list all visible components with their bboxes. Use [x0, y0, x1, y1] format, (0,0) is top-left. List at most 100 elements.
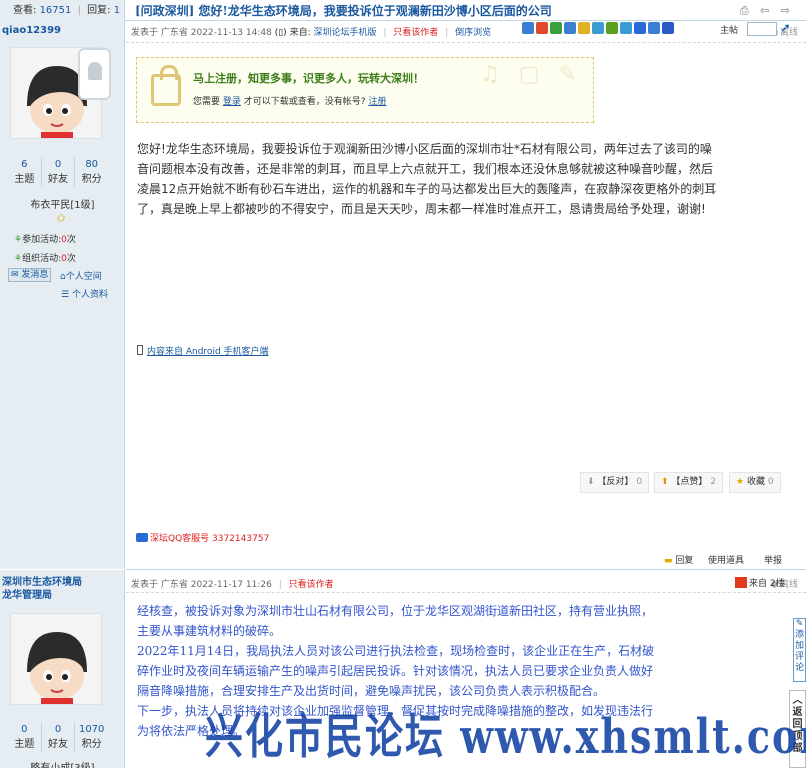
- add-icon[interactable]: [648, 22, 660, 34]
- cartoon-avatar-icon: [11, 614, 101, 704]
- report-button[interactable]: 举报: [764, 553, 782, 566]
- activity-label: 组织活动:: [22, 254, 62, 264]
- post1-user-rank[interactable]: 布衣平民[1级]: [0, 196, 125, 211]
- post1-activity-joined: ⚘参加活动:0次: [14, 232, 76, 245]
- floor-jump-input[interactable]: [747, 22, 777, 36]
- android-phone-icon: [78, 48, 111, 100]
- android-robot-icon: [88, 62, 102, 80]
- tieba-icon[interactable]: [634, 22, 646, 34]
- thread-header-bar: 查看: 16751 | 回复: 1 [问政深圳] 您好!龙华生态环境局，我要投诉…: [0, 0, 806, 21]
- douban-icon[interactable]: [606, 22, 618, 34]
- support-count: 2: [710, 477, 717, 487]
- stat-label: 好友: [48, 739, 68, 750]
- post1-meta: 发表于 广东省 2022-11-13 14:48 (▯) 来自: 深圳论坛手机版…: [131, 28, 492, 38]
- register-headline: 马上注册，知更多事，识更多人，玩转大深圳！: [193, 72, 424, 85]
- thread-title[interactable]: [问政深圳] 您好!龙华生态环境局，我要投诉位于观澜新田沙博小区后面的公司: [135, 2, 552, 19]
- reply-icon: ▬: [664, 556, 673, 566]
- oppose-count: 0: [636, 477, 643, 487]
- stat-value: 80: [85, 159, 99, 170]
- stat-label: 积分: [81, 739, 102, 750]
- share-icons: [522, 22, 674, 34]
- go-arrow-icon[interactable]: ➚: [780, 21, 791, 36]
- register-link[interactable]: 注册: [368, 97, 386, 107]
- stat-value: 6: [21, 159, 28, 170]
- reply-paragraph: 2022年11月14日，我局执法人员对该公司进行执法检查，现场检查时，该企业正在…: [137, 644, 655, 698]
- share-icon[interactable]: [522, 22, 534, 34]
- stat-value: 1070: [78, 724, 105, 735]
- stat-points[interactable]: 80 积分: [74, 157, 108, 187]
- profile-link[interactable]: ☰ 个人资料: [61, 287, 108, 300]
- replies-count: 1: [113, 5, 121, 16]
- post1-action-bar: ▬ 回复 使用道具 举报: [126, 548, 806, 570]
- register-prompt-box: 马上注册，知更多事，识更多人，玩转大深圳！ 您需要 登录 才可以下载或查看，没有…: [136, 57, 594, 123]
- stat-threads[interactable]: 6 主题: [8, 157, 41, 187]
- post2-avatar[interactable]: [10, 613, 102, 705]
- weibo-icon[interactable]: [536, 22, 548, 34]
- use-tool-button[interactable]: 使用道具: [708, 553, 744, 566]
- reply-label: 回复: [675, 556, 694, 566]
- personal-space-link[interactable]: ⌂个人空间: [60, 269, 102, 282]
- stat-points[interactable]: 1070 积分: [74, 722, 108, 752]
- stat-label: 主题: [14, 174, 35, 185]
- rank-star-icon: ✩: [56, 211, 67, 225]
- people-icon[interactable]: [662, 22, 674, 34]
- divider: [126, 42, 806, 43]
- post2-author-name[interactable]: 深圳市生态环境局龙华管理局: [2, 576, 88, 602]
- post2-meta: 发表于 广东省 2022-11-17 11:26 | 只看该作者: [131, 580, 334, 590]
- thread-stats: 查看: 16751 | 回复: 1: [0, 0, 125, 21]
- support-button[interactable]: ⬆ 【点赞】 2: [654, 472, 724, 493]
- floor-number[interactable]: 来自 2楼: [735, 576, 785, 589]
- stat-friends[interactable]: 0 好友: [40, 722, 75, 752]
- reverse-order-link[interactable]: 倒序浏览: [455, 28, 491, 38]
- source-link[interactable]: 深圳论坛手机版: [313, 28, 376, 38]
- stat-value: 0: [54, 159, 62, 170]
- activity-icon: ⚘: [14, 235, 23, 245]
- add-comment-label: 添加评论: [794, 630, 804, 673]
- wechat-icon[interactable]: [550, 22, 562, 34]
- support-label: 【点赞】: [671, 477, 708, 487]
- oppose-label: 【反对】: [597, 477, 634, 487]
- divider: [126, 592, 806, 593]
- post1-author-name[interactable]: qiao12399: [2, 24, 61, 37]
- post1-body: 您好!龙华生态环境局，我要投诉位于观澜新田沙博小区后面的深圳市壮*石材有限公司，…: [137, 142, 717, 216]
- send-message-button[interactable]: ✉ 发消息: [8, 268, 52, 282]
- stat-value: 0: [54, 724, 62, 735]
- floor-label: 来自 2楼: [749, 579, 785, 589]
- register-sub-mid: 才可以下载或查看，没有帐号?: [243, 97, 366, 107]
- stat-friends[interactable]: 0 好友: [40, 157, 75, 187]
- floor-icon: [735, 577, 747, 588]
- qzone-icon[interactable]: [578, 22, 590, 34]
- views-label: 查看:: [13, 5, 37, 16]
- lock-icon: [151, 65, 181, 106]
- oppose-button[interactable]: ⬇ 【反对】 0: [580, 472, 650, 493]
- login-link[interactable]: 登录: [223, 97, 241, 107]
- decorative-icons: ♫ ▢ ✎: [480, 62, 583, 87]
- phone-icon: [137, 345, 143, 355]
- main-post-label: 主帖: [720, 26, 739, 36]
- profile-icon: ☰: [61, 290, 70, 300]
- favorite-button[interactable]: ★ 收藏 0: [729, 472, 781, 493]
- qq-service-link[interactable]: 深坛QQ客服号 3372143757: [136, 531, 269, 544]
- print-icon[interactable]: [564, 22, 576, 34]
- activity-icon: ⚘: [14, 254, 23, 264]
- replies-label: 回复:: [87, 5, 111, 16]
- register-sub-prefix: 您需要: [193, 97, 221, 107]
- renren-icon[interactable]: [620, 22, 632, 34]
- register-subtext: 您需要 登录 才可以下载或查看，没有帐号? 注册: [193, 94, 386, 107]
- qq-icon: [136, 533, 148, 542]
- stat-label: 积分: [81, 174, 102, 185]
- qq-icon[interactable]: [592, 22, 604, 34]
- only-author-link[interactable]: 只看该作者: [393, 28, 438, 38]
- views-count: 16751: [39, 5, 72, 16]
- personal-space-label: 个人空间: [65, 272, 102, 282]
- thumbs-down-icon: ⬇: [587, 477, 595, 487]
- add-comment-tab[interactable]: ✎添加评论: [793, 618, 806, 682]
- from-label: 来自:: [289, 28, 311, 38]
- reply-button[interactable]: ▬ 回复: [664, 553, 693, 566]
- only-author-link[interactable]: 只看该作者: [289, 580, 334, 590]
- post2-user-rank[interactable]: 略有小成[3级]: [0, 759, 125, 768]
- stat-label: 主题: [14, 739, 35, 750]
- stat-threads[interactable]: 0 主题: [8, 722, 41, 752]
- android-client-link[interactable]: 内容来自 Android 手机客户端: [137, 344, 269, 357]
- thread-tools-icons[interactable]: ⎙ ⇦ ⇨: [740, 4, 794, 18]
